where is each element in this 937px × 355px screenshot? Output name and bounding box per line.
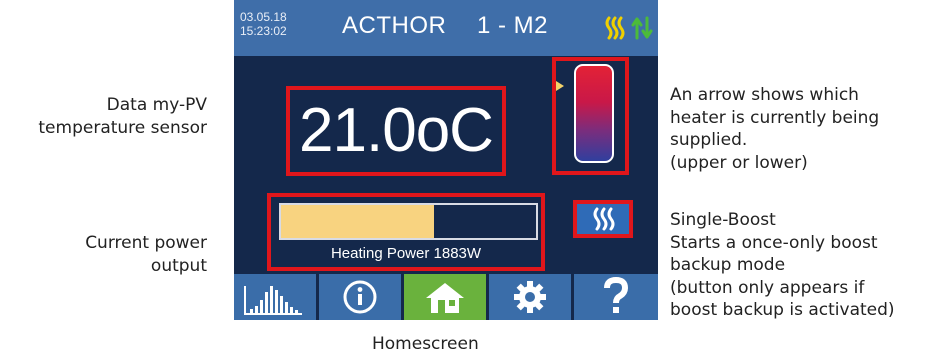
time-text: 15:23:02 xyxy=(240,24,287,38)
water-tank-icon xyxy=(574,64,614,163)
bar-chart-icon xyxy=(244,286,302,315)
info-icon xyxy=(343,280,377,314)
nav-statistics-button[interactable] xyxy=(234,274,316,320)
annotation-line: backup mode xyxy=(670,255,786,275)
temperature-value: 21.0 xyxy=(299,96,417,165)
nav-settings-button[interactable] xyxy=(489,274,571,320)
annotation-sensor: Data my-PV temperature sensor xyxy=(0,94,207,139)
annotation-line: boost backup is activated) xyxy=(670,300,895,320)
heater-arrow-icon xyxy=(556,81,564,91)
home-icon xyxy=(426,283,464,313)
heating-icon xyxy=(593,207,615,231)
nav-home-button[interactable] xyxy=(404,274,486,320)
bottom-navigation xyxy=(234,274,658,320)
status-bar: 03.05.18 15:23:02 ACTHOR 1 - M2 xyxy=(234,0,658,56)
single-boost-button[interactable] xyxy=(577,204,629,234)
annotation-line: (upper or lower) xyxy=(670,152,808,173)
annotation-line: Single-Boost xyxy=(670,210,776,230)
power-label: Heating Power 1883W xyxy=(330,245,482,262)
annotation-line: heater is currently being xyxy=(670,107,880,128)
annotation-heater-arrow: An arrow shows which heater is currently… xyxy=(670,84,935,174)
annotation-power-output: Current power output xyxy=(0,232,207,277)
device-title: ACTHOR xyxy=(342,12,447,39)
nav-info-button[interactable] xyxy=(319,274,401,320)
gear-icon xyxy=(514,281,546,313)
help-icon xyxy=(604,276,629,313)
power-progress-bar xyxy=(279,203,538,240)
device-screen: 03.05.18 15:23:02 ACTHOR 1 - M2 21.0oC H… xyxy=(234,0,658,320)
heating-status-icon xyxy=(605,16,625,40)
annotation-line: An arrow shows which xyxy=(670,85,859,105)
temperature-unit: oC xyxy=(415,96,494,165)
datetime: 03.05.18 15:23:02 xyxy=(240,10,287,38)
annotation-line: Current power xyxy=(85,233,207,253)
figure-caption: Homescreen xyxy=(372,334,479,354)
nav-help-button[interactable] xyxy=(574,274,658,320)
flow-arrows-icon xyxy=(631,16,653,40)
annotation-line: Data my-PV xyxy=(106,95,207,115)
date-text: 03.05.18 xyxy=(240,10,287,24)
temperature-highlight: 21.0oC xyxy=(286,86,506,176)
annotation-boost: Single-Boost Starts a once-only boost ba… xyxy=(670,209,935,322)
device-id: 1 - M2 xyxy=(477,12,549,39)
annotation-line: output xyxy=(150,255,207,276)
annotation-line: (button only appears if xyxy=(670,277,865,298)
temperature-display: 21.0oC xyxy=(290,90,502,172)
annotation-line: Starts a once-only boost xyxy=(670,232,878,253)
power-progress-fill xyxy=(281,205,434,238)
annotation-line: temperature sensor xyxy=(38,117,207,138)
annotation-line: supplied. xyxy=(670,130,748,150)
